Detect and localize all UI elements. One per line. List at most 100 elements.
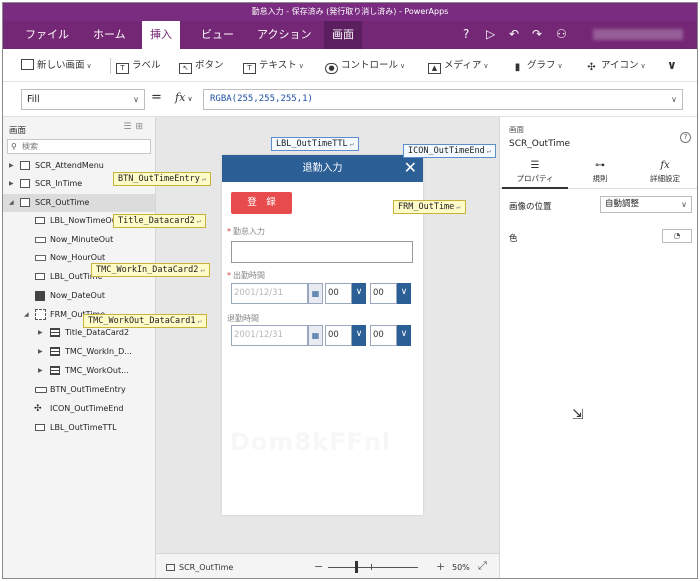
property-select[interactable]: Fill ∨ [21,89,145,110]
in-date-picker[interactable]: 2001/12/31 [231,283,308,304]
help-icon[interactable]: ? [463,27,469,41]
property-value: Fill [27,94,40,105]
calendar-icon[interactable]: ▦ [308,283,323,304]
image-position-select[interactable]: 自動調整 ∨ [600,196,692,213]
screen-icon [20,198,30,207]
tree-item-lbl-outtimettl[interactable]: LBL_OutTimeTTL [3,419,155,437]
tab-rules-label: 規則 [592,174,608,183]
tree-item-label: TMC_WorkOut... [65,366,129,375]
tree-search-input[interactable]: ⚲ 検索 [7,139,151,154]
close-icon[interactable]: ✕ [404,157,417,179]
fx-icon: fx [660,160,670,171]
selected-kind: 画面 [509,125,524,134]
play-icon[interactable]: ▷ [486,27,495,41]
work-input-field[interactable] [231,241,413,263]
menu-view[interactable]: ビュー [193,21,242,49]
label-button[interactable]: T ラベル [116,58,161,74]
out-time-label: 退勤時間 [227,314,259,323]
fit-to-window-icon[interactable]: ⤢ [478,559,487,573]
zoom-slider-thumb[interactable] [355,561,358,573]
new-screen-button[interactable]: 新しい画面 ∨ [21,58,92,73]
color-picker-button[interactable]: ◔ [662,229,692,243]
callout-title-datacard2: Title_Datacard2 ↵ [113,214,206,228]
zoom-out-button[interactable]: − [314,560,323,573]
undo-icon[interactable]: ↶ [509,27,519,41]
powerapps-window: 勤怠入力 - 保存済み (発行取り消し済み) - PowerApps ⠀⠀⠀⠀⠀… [2,2,698,579]
chevron-down-icon[interactable]: ∨ [671,90,677,109]
out-date-picker[interactable]: 2001/12/31 [231,325,308,346]
callout-lbl-outtimettl: LBL_OutTimeTTL ↵ [271,137,359,151]
calendar-icon[interactable]: ▦ [308,325,323,346]
tree-item-icon-outtimeend[interactable]: ✣ ICON_OutTimeEnd [3,400,155,418]
register-button[interactable]: 登 録 [231,192,292,214]
watermark-ghost-text: Dom8kFFnl [230,428,392,456]
tree-item-now-minuteout[interactable]: Now_MinuteOut [3,231,155,249]
chevron-right-icon[interactable]: ▶ [38,343,43,361]
tree-item-label: SCR_AttendMenu [35,161,104,170]
formula-input[interactable]: RGBA(255,255,255,1) ∨ [203,89,683,110]
fx-icon[interactable]: fx ∨ [175,91,193,104]
current-screen-indicator[interactable]: SCR_OutTime [166,563,233,572]
media-button-label: メディア [444,60,482,71]
screen-icon [20,179,30,188]
tree-item-now-dateout[interactable]: Now_DateOut [3,287,155,305]
media-button[interactable]: ▲ メディア ∨ [428,58,488,74]
chevron-down-icon[interactable]: ∨ [397,283,411,304]
text-icon: T [243,63,256,74]
chevron-down-icon[interactable]: ∨ [397,325,411,346]
app-header-title[interactable]: 退勤入力 [303,163,343,174]
chart-icon: ▮ [514,62,521,73]
chart-button-label: グラフ [527,60,556,71]
tab-properties[interactable]: ☰ プロパティ [502,157,568,189]
chevron-right-icon[interactable]: ▶ [38,362,43,380]
tree-view-toggle-icons[interactable]: ☰⊞ [123,122,147,132]
chevron-down-icon: ∨ [640,62,646,70]
out-minute-select[interactable]: 00 [370,325,397,346]
account-icon[interactable]: ⚇ [556,27,567,41]
chevron-down-icon[interactable]: ∨ [352,283,366,304]
tab-advanced[interactable]: fx 詳細設定 [632,157,697,189]
callout-frm-outtime: FRM_OutTime ↵ [393,200,466,214]
icon-button-label: アイコン [601,60,639,71]
out-hour-select[interactable]: 00 [325,325,352,346]
tree-item-tmc-workin[interactable]: ▶ TMC_WorkIn_D... [3,343,155,361]
ribbon: 新しい画面 ∨ T ラベル ↖ ボタン T テキスト ∨ ● コントロール ∨ ▲ メディア ∨ … [3,49,697,82]
chevron-right-icon[interactable]: ▶ [38,324,43,342]
zoom-in-button[interactable]: + [436,560,445,573]
chevron-down-icon[interactable]: ◢ [9,194,14,212]
chevron-down-icon[interactable]: ∨ [352,325,366,346]
menu-insert[interactable]: 挿入 [142,21,180,49]
label-icon: T [116,63,129,74]
button-button[interactable]: ↖ ボタン [179,58,224,74]
chevron-down-icon[interactable]: ◢ [24,306,29,324]
control-button[interactable]: ● コントロール ∨ [325,58,405,74]
icons-icon: ✣ [587,62,596,73]
callout-text: BTN_OutTimeEntry [118,174,200,184]
work-input-label-text: 勤怠入力 [233,227,265,236]
properties-pane: 画面 ? SCR_OutTime ☰ プロパティ ⊶ 規則 fx 詳細設定 画像… [499,117,697,578]
chart-button[interactable]: ▮ グラフ ∨ [511,58,563,73]
menu-action[interactable]: アクション [249,21,319,49]
in-minute-select[interactable]: 00 [370,283,397,304]
app-header[interactable]: 退勤入力 ✕ [222,155,423,182]
text-button[interactable]: T テキスト ∨ [243,58,304,74]
chevron-right-icon[interactable]: ▶ [9,175,14,193]
tree-item-tmc-workout[interactable]: ▶ TMC_WorkOut... [3,362,155,380]
menu-home[interactable]: ホーム [85,21,134,49]
in-hour-select[interactable]: 00 [325,283,352,304]
help-icon[interactable]: ? [680,132,691,143]
redo-icon[interactable]: ↷ [532,27,542,41]
tab-rules[interactable]: ⊶ 規則 [567,157,633,189]
zoom-slider-track[interactable] [328,567,418,568]
icon-button[interactable]: ✣ アイコン ∨ [585,58,646,73]
chevron-down-icon: ∨ [681,200,687,209]
chevron-right-icon[interactable]: ▶ [9,157,14,175]
menu-screen[interactable]: 画面 [324,21,362,49]
color-label: 色 [509,234,518,244]
ribbon-collapse-icon[interactable]: ∨ [667,58,677,73]
in-time-label: * 出勤時間 [227,270,265,281]
required-mark: * [227,271,231,280]
menu-file[interactable]: ファイル [17,21,77,49]
tree-item-btn-outtimeentry[interactable]: BTN_OutTimeEntry [3,381,155,399]
tree-item-scr-outtime[interactable]: ◢ SCR_OutTime [3,194,155,212]
